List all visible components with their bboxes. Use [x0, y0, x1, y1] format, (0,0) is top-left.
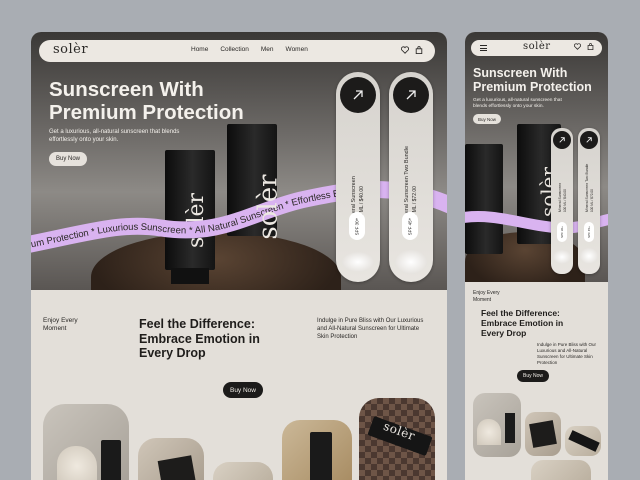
mobile-feature-heading: Feel the Difference: Embrace Emotion in …	[481, 308, 564, 338]
photo-tube	[101, 440, 121, 480]
mobile-page: solèr solèr Sunscreen With Premium Prote…	[465, 32, 608, 480]
mobile-photo-tube-2	[568, 430, 600, 452]
feature-kicker: Enjoy Every Moment	[43, 317, 78, 332]
card-1-arrow-button[interactable]	[340, 77, 376, 113]
hero-subtitle: Get a luxurious, all-natural sunscreen t…	[49, 129, 180, 143]
card-2-arrow-button[interactable]	[393, 77, 429, 113]
mobile-card-2-detail: 100 ML / $72.00	[590, 189, 594, 212]
arrow-up-right-icon	[559, 137, 565, 143]
mobile-feature-buy-now-button[interactable]: Buy Now	[517, 370, 549, 382]
card-1-cream-swatch	[342, 252, 374, 272]
bag-icon[interactable]	[587, 43, 594, 50]
mobile-product-card-2[interactable]: Mineral Sunscreen Two Bundle 100 ML / $7…	[578, 128, 600, 274]
top-nav: solèr Home Collection Men Women	[39, 40, 435, 62]
mobile-photo-coral-tube	[473, 393, 521, 457]
text-ribbon: mium Protection * Luxurious Sunscreen * …	[31, 181, 447, 253]
mobile-card-2-name: Mineral Sunscreen Two Bundle	[585, 163, 589, 212]
hero-section: solèr mium Protection * Luxurious Sunscr…	[31, 32, 447, 290]
mobile-card-1-name: Mineral Sunscreen	[558, 182, 562, 212]
mobile-card-2-spf: SPF 45+	[587, 226, 592, 238]
mobile-top-nav: solèr	[471, 40, 602, 56]
feature-description: Indulge in Pure Bliss with Our Luxurious…	[317, 318, 424, 340]
arrow-up-right-icon	[586, 137, 592, 143]
mobile-card-1-detail: 100 ML / $40.00	[563, 189, 567, 212]
card-1-spf-badge: SPF 30+	[349, 212, 365, 240]
arrow-up-right-icon	[353, 90, 363, 100]
card-2-spf-badge: SPF 45+	[402, 212, 418, 240]
card-2-cream-swatch	[395, 250, 427, 274]
mobile-card-1-spf-badge: SPF 30+	[557, 222, 567, 242]
hero-buy-now-button[interactable]: Buy Now	[49, 152, 87, 166]
bag-icon[interactable]	[415, 46, 423, 54]
box-shape	[157, 455, 197, 480]
mobile-photo-tube-sand	[565, 426, 601, 456]
nav-menu: Home Collection Men Women	[191, 46, 308, 53]
photo-checkered-tube: solèr	[359, 398, 435, 480]
mobile-hero-title-line2: Premium Protection	[473, 80, 592, 94]
mobile-hero-section: solèr solèr Sunscreen With Premium Prote…	[465, 32, 608, 282]
mobile-coral-shape	[477, 419, 501, 445]
hero-title: Sunscreen With Premium Protection	[49, 78, 289, 124]
heart-icon[interactable]	[574, 43, 581, 50]
nav-item-men[interactable]: Men	[261, 46, 274, 53]
mobile-box-shape	[529, 420, 557, 448]
product-card-1[interactable]: Mineral Sunscreen 100 ML / $40.00 SPF 30…	[336, 72, 380, 282]
tube-logo-right: solèr	[253, 174, 284, 240]
card-1-spf: SPF 30+	[354, 217, 360, 235]
mobile-hero-title-line1: Sunscreen With	[473, 66, 568, 80]
mobile-hero-buy-now-button[interactable]: Buy Now	[473, 114, 501, 124]
mobile-card-1-arrow-button[interactable]	[553, 131, 571, 149]
heart-icon[interactable]	[401, 46, 409, 54]
photo-product-box	[138, 438, 204, 480]
feature-heading: Feel the Difference: Embrace Emotion in …	[139, 317, 260, 360]
mobile-photo-sand	[531, 460, 591, 480]
nav-item-women[interactable]: Women	[286, 46, 308, 53]
mobile-photo-product-box	[525, 412, 561, 456]
desktop-page: solèr mium Protection * Luxurious Sunscr…	[31, 32, 447, 480]
coral-shape	[57, 446, 97, 480]
mobile-hero-title: Sunscreen With Premium Protection	[473, 66, 608, 94]
mobile-brand-logo[interactable]: solèr	[523, 41, 551, 52]
nav-icons	[401, 46, 423, 54]
hero-title-line2: Premium Protection	[49, 101, 244, 124]
nav-item-collection[interactable]: Collection	[220, 46, 249, 53]
hero-title-line1: Sunscreen With	[49, 78, 204, 101]
nav-item-home[interactable]: Home	[191, 46, 208, 53]
mobile-feature-description: Indulge in Pure Bliss with Our Luxurious…	[537, 342, 597, 365]
arrow-up-right-icon	[406, 90, 416, 100]
mobile-nav-icons	[574, 43, 594, 50]
brand-logo[interactable]: solèr	[53, 42, 88, 57]
mobile-card-2-spf-badge: SPF 45+	[584, 222, 594, 242]
photo-coral-tube	[43, 404, 129, 480]
mobile-card-2-arrow-button[interactable]	[580, 131, 598, 149]
card-2-name: Mineral Sunscreen Two Bundle	[404, 145, 410, 222]
photo-sand	[213, 462, 273, 480]
mobile-card-1-spf: SPF 30+	[560, 226, 565, 238]
hamburger-icon[interactable]	[480, 45, 487, 53]
photo-sponge-tube	[282, 420, 352, 480]
mobile-hero-subtitle: Get a luxurious, all-natural sunscreen t…	[473, 98, 562, 109]
mobile-card-2-cream-swatch	[580, 248, 598, 264]
feature-buy-now-button[interactable]: Buy Now	[223, 382, 263, 398]
mobile-product-card-1[interactable]: Mineral Sunscreen 100 ML / $40.00 SPF 30…	[551, 128, 573, 274]
mobile-photo-tube	[505, 413, 515, 443]
card-2-spf: SPF 45+	[407, 217, 413, 235]
mobile-card-1-cream-swatch	[553, 250, 571, 264]
product-card-2[interactable]: Mineral Sunscreen Two Bundle 100 ML / $7…	[389, 72, 433, 282]
mobile-feature-kicker: Enjoy Every Moment	[473, 290, 500, 303]
photo-tube-2	[310, 432, 332, 480]
